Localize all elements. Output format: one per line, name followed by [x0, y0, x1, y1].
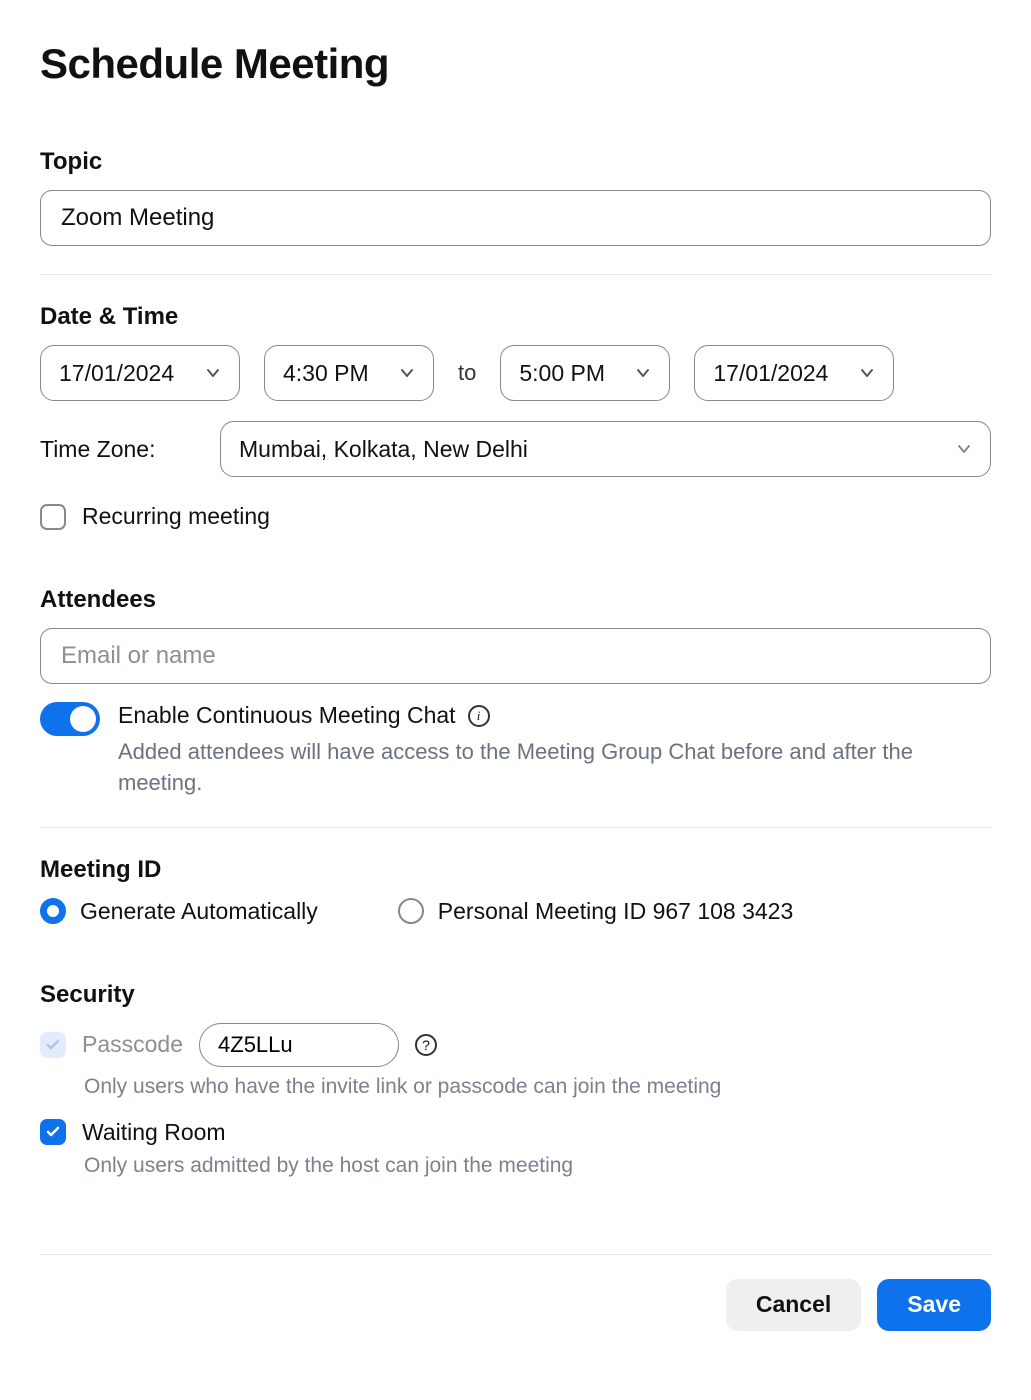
radio-icon	[398, 898, 424, 924]
continuous-chat-label: Enable Continuous Meeting Chat	[118, 702, 456, 729]
end-date-select[interactable]: 17/01/2024	[694, 345, 894, 401]
info-icon[interactable]: i	[468, 705, 490, 727]
security-label: Security	[40, 981, 991, 1009]
help-icon[interactable]: ?	[415, 1034, 437, 1056]
end-time-select[interactable]: 5:00 PM	[500, 345, 670, 401]
start-time-value: 4:30 PM	[283, 360, 369, 387]
start-date-select[interactable]: 17/01/2024	[40, 345, 240, 401]
chevron-down-icon	[399, 365, 415, 381]
radio-personal-id[interactable]: Personal Meeting ID 967 108 3423	[398, 898, 793, 925]
chevron-down-icon	[859, 365, 875, 381]
meeting-id-label: Meeting ID	[40, 856, 991, 884]
passcode-input[interactable]	[199, 1023, 399, 1067]
topic-label: Topic	[40, 148, 991, 176]
chevron-down-icon	[635, 365, 651, 381]
waiting-room-label: Waiting Room	[82, 1119, 226, 1146]
start-date-value: 17/01/2024	[59, 360, 174, 387]
radio-personal-id-label: Personal Meeting ID 967 108 3423	[438, 898, 793, 925]
radio-icon	[40, 898, 66, 924]
passcode-desc: Only users who have the invite link or p…	[84, 1075, 991, 1099]
waiting-room-desc: Only users admitted by the host can join…	[84, 1154, 991, 1178]
topic-input[interactable]	[40, 190, 991, 246]
attendees-input[interactable]	[40, 628, 991, 684]
datetime-label: Date & Time	[40, 303, 991, 331]
waiting-room-checkbox[interactable]	[40, 1119, 66, 1145]
cancel-button[interactable]: Cancel	[726, 1279, 861, 1331]
continuous-chat-desc: Added attendees will have access to the …	[118, 737, 991, 799]
timezone-value: Mumbai, Kolkata, New Delhi	[239, 436, 528, 463]
radio-generate-auto[interactable]: Generate Automatically	[40, 898, 318, 925]
save-button[interactable]: Save	[877, 1279, 991, 1331]
end-time-value: 5:00 PM	[519, 360, 605, 387]
continuous-chat-toggle[interactable]	[40, 702, 100, 736]
passcode-checkbox[interactable]	[40, 1032, 66, 1058]
attendees-label: Attendees	[40, 586, 991, 614]
radio-generate-auto-label: Generate Automatically	[80, 898, 318, 925]
recurring-label: Recurring meeting	[82, 503, 270, 530]
recurring-checkbox[interactable]	[40, 504, 66, 530]
to-label: to	[458, 360, 476, 386]
timezone-select[interactable]: Mumbai, Kolkata, New Delhi	[220, 421, 991, 477]
start-time-select[interactable]: 4:30 PM	[264, 345, 434, 401]
chevron-down-icon	[205, 365, 221, 381]
chevron-down-icon	[956, 441, 972, 457]
page-title: Schedule Meeting	[40, 40, 991, 88]
timezone-label: Time Zone:	[40, 436, 180, 463]
end-date-value: 17/01/2024	[713, 360, 828, 387]
passcode-label: Passcode	[82, 1031, 183, 1058]
